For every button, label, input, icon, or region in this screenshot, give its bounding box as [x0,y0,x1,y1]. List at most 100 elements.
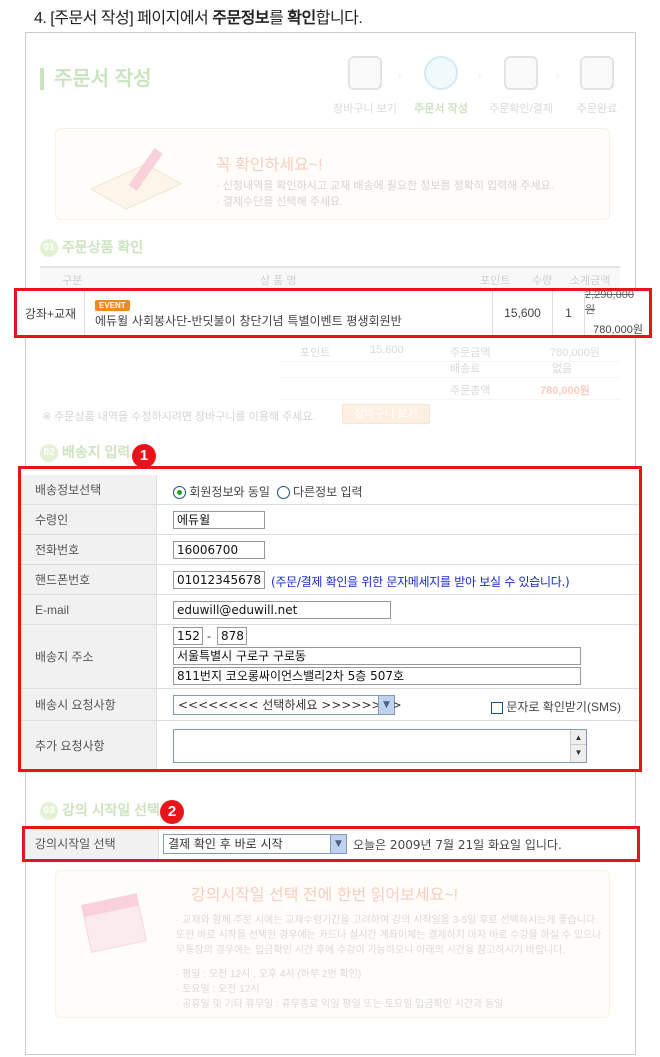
guide-line-1: · 교재와 함께 주문 시에는 교재수령기간을 고려하여 강의 시작일을 3-5… [176,915,598,926]
notice-line-2: · 결제수단을 선택해 주세요. [216,196,344,208]
product-price: 780,000원 [593,324,643,336]
ship-info-radios: 회원정보와 동일 다른정보 입력 [173,483,363,500]
label-email: E-mail [21,595,157,624]
extra-request-textarea[interactable]: ▲ ▼ [173,729,587,763]
label-request: 배송시 요청사항 [21,689,157,720]
guide-line-4: · 평일 : 오전 12시 , 오후 4시 (하루 2번 확인) [176,969,362,980]
col-name: 상 품 명 [260,275,297,287]
scroll-up-icon[interactable]: ▲ [571,730,586,745]
today-note: 오늘은 2009년 7월 21일 화요일 입니다. [353,838,562,852]
address2-input[interactable]: 811번지 코오롱싸이언스밸리2차 5층 507호 [173,667,581,685]
caption-mid: 를 [269,10,288,27]
summary-ship-label: 배송료 [450,363,481,375]
mobile-note: (주문/결제 확인을 위한 문자메세지를 받아 보실 수 있습니다.) [271,575,570,589]
zip-separator: - [207,629,211,643]
section-start-date: 03 강의 시작일 선택 [40,800,160,821]
radio-same-as-member[interactable] [173,486,186,500]
callout-badge-1: 1 [132,444,156,468]
scroll-down-icon[interactable]: ▼ [571,745,586,760]
label-receiver: 수령인 [21,505,157,534]
row-ship-info: 배송정보선택 회원정보와 동일 다른정보 입력 [21,475,639,505]
cart-note: ※ 주문상품 내역을 수정하시려면 장바구니를 이용해 주세요. [42,411,316,423]
cart-view-button[interactable]: 장바구니 보기 [342,404,430,424]
summary-total-value: 780,000원 [540,385,590,397]
sms-checkbox[interactable] [491,701,503,714]
label-address: 배송지 주소 [21,625,157,688]
product-type: 강좌+교재 [17,291,85,335]
step-arrow-icon: › [398,70,402,81]
summary-ship-value: 없음 [552,363,573,375]
step-complete: 주문완료 [562,56,632,116]
textarea-scrollbar[interactable]: ▲ ▼ [570,730,586,762]
section-title-start: 강의 시작일 선택 [62,802,160,818]
page-title: 주문서 작성 [40,68,152,90]
sms-label: 문자로 확인받기(SMS) [506,700,621,714]
col-qty: 수량 [532,275,553,287]
step-payment: 주문확인/결제 [486,56,556,116]
zip1-input[interactable]: 152 [173,627,203,645]
radio-other-info[interactable] [276,486,290,500]
section-title-order: 주문상품 확인 [62,239,144,255]
step-cart: 장바구니 보기 [330,56,400,116]
chevron-down-icon: ▼ [378,696,394,714]
row-address: 배송지 주소 152 - 878 서울특별시 구로구 구로동 811번지 코오롱… [21,625,639,689]
row-mobile: 핸드폰번호 01012345678 (주문/결제 확인을 위한 문자메세지를 받… [21,565,639,595]
product-name[interactable]: 에듀윌 사회봉사단-반딧불이 창단기념 특별이벤트 평생회원반 [95,312,402,329]
callout-badge-2: 2 [160,800,184,824]
guide-line-5: · 토요일 : 오전 12시 [176,984,260,995]
cart-step-icon [348,56,382,90]
guide-line-6: · 공휴일 및 기타 휴무일 : 휴무종료 익일 평일 또는 토요일 입금확인 … [176,999,504,1010]
col-type: 구분 [62,275,83,287]
section-order-items: 01 주문상품 확인 [40,237,144,258]
guide-line-2: 또한 바로 시작을 선택한 경우에는 카드나 실시간 계좌이체는 결제하지 마자… [176,930,602,941]
row-phone: 전화번호 16006700 [21,535,639,565]
zip2-input[interactable]: 878 [217,627,247,645]
notice-line-1: · 신청내역을 확인하시고 교재 배송에 필요한 정보를 정확히 입력해 주세요… [216,180,554,192]
label-ship-info: 배송정보선택 [21,475,157,504]
col-amount: 소계금액 [570,275,611,287]
request-select[interactable]: <<<<<<<< 선택하세요 >>>>>>>> ▼ [173,695,402,715]
chevron-down-icon: ▼ [330,835,346,853]
row-extra-request: 추가 요청사항 ▲ ▼ [21,721,639,769]
step-order-form: 주문서 작성 [406,56,476,116]
notice-title: 꼭 확인하세요~! [216,157,323,174]
section-number-icon: 02 [40,444,58,463]
instruction-caption: 4. [주문서 작성] 페이지에서 주문정보를 확인합니다. [34,4,363,28]
product-point: 15,600 [493,291,553,335]
start-date-select-value: 결제 확인 후 바로 시작 [168,837,283,851]
product-name-cell: EVENT 에듀윌 사회봉사단-반딧불이 창단기념 특별이벤트 평생회원반 [85,291,493,335]
email-input[interactable]: eduwill@eduwill.net [173,601,391,619]
start-date-select[interactable]: 결제 확인 후 바로 시작 ▼ [163,834,347,854]
caption-suffix: 합니다. [315,10,363,27]
order-table-header: 구분 상 품 명 포인트 수량 소계금액 [40,266,620,288]
notebook-pencil-icon [89,148,183,210]
radio-same-label: 회원정보와 동일 [189,485,270,499]
step-label-payment: 주문확인/결제 [489,103,553,115]
step-arrow-icon: › [556,70,560,81]
step-label-complete: 주문완료 [576,103,618,115]
request-select-value: <<<<<<<< 선택하세요 >>>>>>>> [178,698,402,712]
start-date-highlight: 강의시작일 선택 결제 확인 후 바로 시작 ▼ 오늘은 2009년 7월 21일… [22,826,640,862]
radio-other-label: 다른정보 입력 [292,485,363,499]
product-orig-price: 2,290,000원 [585,289,634,316]
address1-input[interactable]: 서울특별시 구로구 구로동 [173,647,581,665]
section-title-shipping: 배송지 입력 [62,444,131,460]
phone-input[interactable]: 16006700 [173,541,265,559]
product-price-cell: 2,290,000원 780,000원 [585,289,649,336]
guide-title: 강의시작일 선택 전에 한번 읽어보세요~! [191,887,459,904]
start-date-guide: 강의시작일 선택 전에 한번 읽어보세요~! · 교재와 함께 주문 시에는 교… [55,870,610,1018]
label-extra-request: 추가 요청사항 [21,721,157,769]
summary-point-value: 15,600 [370,344,404,356]
label-mobile: 핸드폰번호 [21,565,157,594]
summary-total-row: 주문총액 780,000원 [280,378,620,400]
col-point: 포인트 [480,275,511,287]
section-number-icon: 01 [40,239,58,258]
summary-ship-row: 배송료 없음 [280,356,620,378]
notice-box: 꼭 확인하세요~! · 신청내역을 확인하시고 교재 배송에 필요한 정보를 정… [55,128,610,220]
mobile-input[interactable]: 01012345678 [173,571,265,589]
caption-prefix: 4. [주문서 작성] 페이지에서 [34,10,213,27]
receiver-input[interactable]: 에듀윌 [173,511,265,529]
guide-line-3: 무통장의 경우에는 입금확인 시간 후에 수강이 가능하오니 아래의 시간을 참… [176,945,566,956]
row-request: 배송시 요청사항 <<<<<<<< 선택하세요 >>>>>>>> ▼ 문자로 확인… [21,689,639,721]
label-start-date: 강의시작일 선택 [25,829,159,859]
